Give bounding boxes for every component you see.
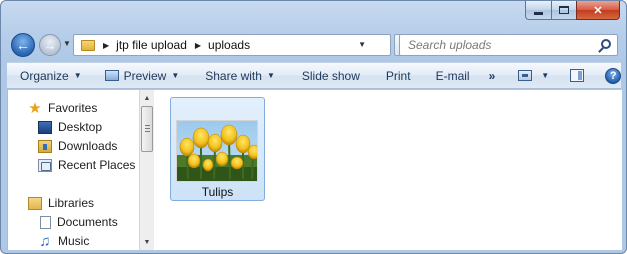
chevron-down-icon: ▼ (171, 71, 180, 80)
share-with-label: Share with (205, 68, 262, 83)
nav-pane-scrollbar[interactable]: ▲ ▼ (139, 90, 154, 250)
nav-item-label: Libraries (48, 196, 95, 210)
nav-item-downloads[interactable]: Downloads (38, 137, 117, 155)
nav-item-libraries[interactable]: Libraries (28, 194, 94, 212)
back-button[interactable]: ← (11, 33, 35, 57)
nav-item-label: Documents (57, 215, 118, 229)
breadcrumb-item[interactable]: jtp file upload (116, 38, 187, 52)
star-icon: ★ (28, 99, 42, 117)
image-thumbnail (176, 120, 258, 182)
recent-pages-button[interactable]: ▼ (63, 39, 71, 48)
scroll-up-icon[interactable]: ▲ (140, 91, 154, 105)
tulips-photo-icon (177, 121, 257, 181)
email-label: E-mail (435, 68, 470, 83)
file-item[interactable]: Tulips (170, 97, 265, 201)
file-name: Tulips (201, 185, 234, 199)
preview-pane-icon (570, 69, 585, 82)
slide-show-label: Slide show (301, 68, 360, 83)
print-button[interactable]: Print (369, 63, 420, 88)
search-icon[interactable] (601, 39, 611, 49)
breadcrumb-item[interactable]: uploads (208, 38, 250, 52)
maximize-icon (559, 6, 569, 14)
preview-pane-button[interactable] (558, 63, 593, 88)
downloads-icon (38, 139, 52, 153)
scroll-down-icon[interactable]: ▼ (140, 235, 154, 249)
chevron-down-icon: ▼ (541, 71, 550, 80)
caption-buttons: ✕ (525, 1, 620, 21)
email-button[interactable]: E-mail (420, 63, 479, 88)
preview-icon (104, 70, 119, 81)
slide-show-button[interactable]: Slide show (284, 63, 369, 88)
minimize-button[interactable] (525, 1, 551, 20)
explorer-window: ✕ ← → ▼ ▶ jtp file upload ▶ uploads ▼ ↻ (0, 0, 627, 254)
close-button[interactable]: ✕ (576, 1, 620, 20)
more-commands-button[interactable]: » (479, 63, 505, 88)
grip-icon (145, 125, 150, 126)
arrow-left-icon: ← (16, 37, 30, 53)
scrollbar-thumb[interactable] (141, 106, 153, 152)
chevron-down-icon: ▼ (73, 71, 82, 80)
nav-item-recent-places[interactable]: Recent Places (38, 156, 135, 174)
nav-item-favorites[interactable]: ★ Favorites (28, 99, 97, 117)
content-area: ★ Favorites Desktop Downloads Recent Pla… (7, 90, 622, 250)
share-with-button[interactable]: Share with ▼ (188, 63, 284, 88)
nav-item-label: Recent Places (58, 158, 136, 172)
address-dropdown-icon[interactable]: ▼ (358, 40, 366, 49)
nav-item-label: Desktop (58, 120, 103, 134)
nav-item-documents[interactable]: Documents (40, 213, 118, 231)
breadcrumb-chevron-icon[interactable]: ▶ (195, 41, 201, 50)
nav-item-label: Music (58, 234, 90, 248)
views-icon (518, 70, 533, 81)
folder-icon (81, 39, 95, 51)
minimize-icon (534, 11, 543, 15)
nav-item-label: Favorites (48, 101, 98, 115)
nav-item-label: Downloads (58, 139, 118, 153)
navigation-pane: ★ Favorites Desktop Downloads Recent Pla… (8, 90, 154, 250)
libraries-icon (28, 196, 42, 210)
chevron-down-icon: ▼ (266, 71, 275, 80)
preview-button[interactable]: Preview ▼ (91, 63, 189, 88)
command-bar: Organize ▼ Preview ▼ Share with ▼ Slide … (7, 62, 622, 89)
nav-item-desktop[interactable]: Desktop (38, 118, 102, 136)
organize-label: Organize (20, 68, 69, 83)
more-icon: » (488, 68, 496, 83)
arrow-right-icon: → (43, 37, 57, 53)
help-icon: ? (605, 67, 622, 84)
preview-label: Preview (123, 68, 167, 83)
maximize-button[interactable] (551, 1, 576, 20)
print-label: Print (385, 68, 411, 83)
file-list: Tulips (155, 90, 622, 250)
organize-button[interactable]: Organize ▼ (7, 63, 91, 88)
search-box[interactable] (399, 34, 618, 56)
help-button[interactable]: ? (593, 63, 626, 88)
forward-button[interactable]: → (39, 34, 61, 56)
music-icon: ♫ (39, 232, 51, 250)
navigation-bar: ← → ▼ ▶ jtp file upload ▶ uploads ▼ ↻ (7, 31, 619, 59)
breadcrumb-chevron-icon[interactable]: ▶ (103, 41, 109, 50)
desktop-icon (38, 120, 52, 134)
documents-icon (40, 215, 51, 229)
address-bar[interactable]: ▶ jtp file upload ▶ uploads ▼ ↻ (73, 34, 420, 56)
change-view-button[interactable]: ▼ (504, 63, 558, 88)
nav-item-music[interactable]: ♫ Music (38, 232, 89, 250)
recent-places-icon (38, 158, 52, 172)
search-input[interactable] (400, 35, 580, 55)
close-icon: ✕ (593, 4, 603, 17)
